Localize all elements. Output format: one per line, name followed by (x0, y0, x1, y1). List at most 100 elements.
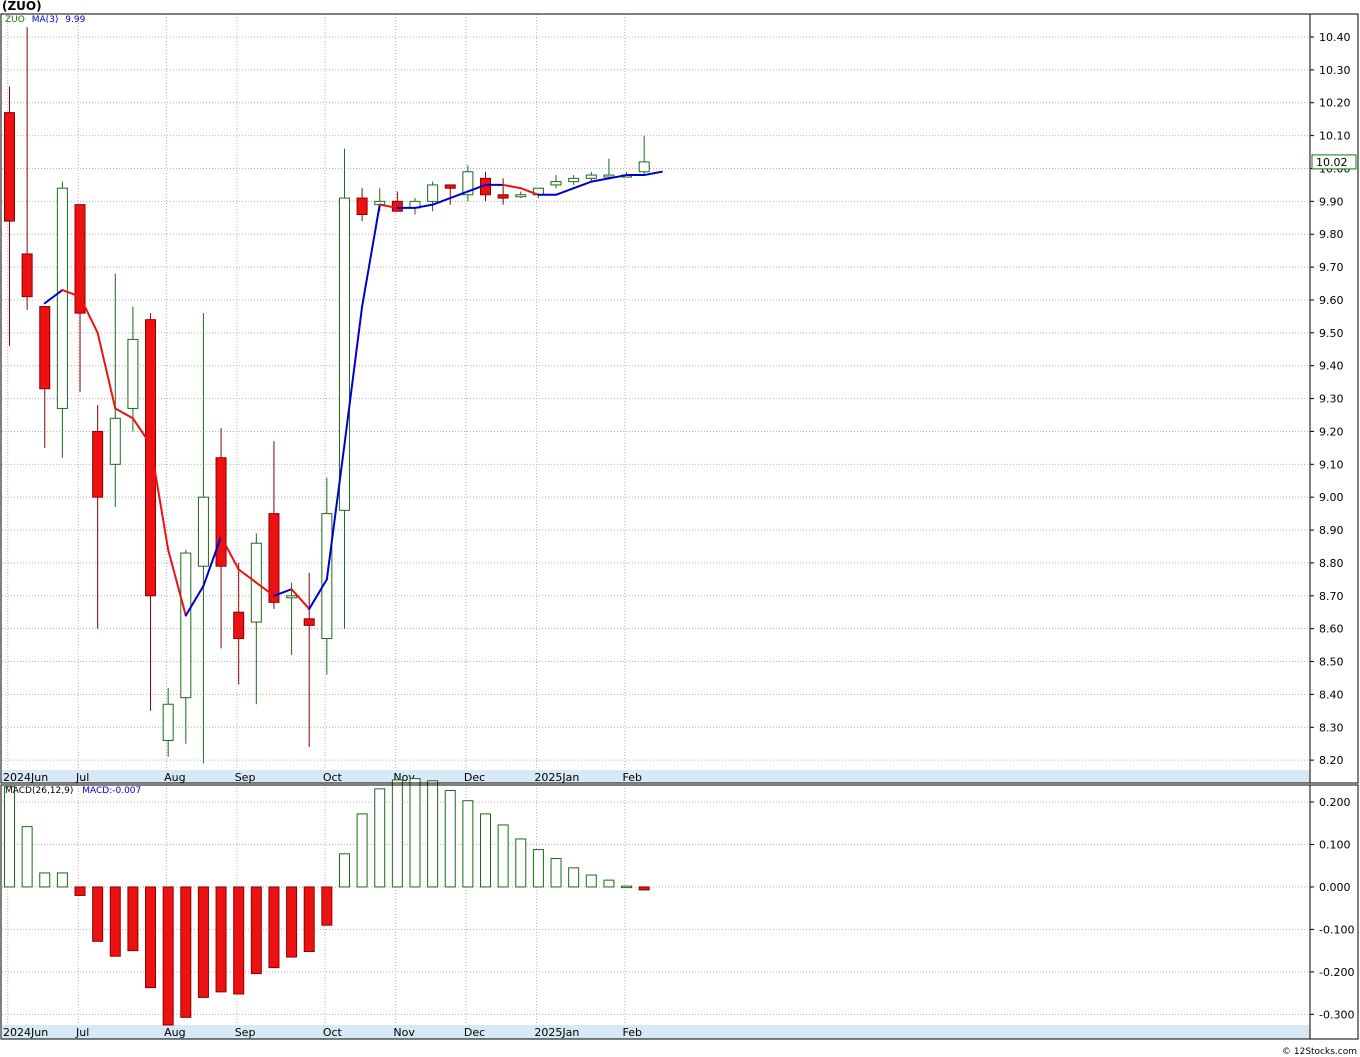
ma-segment (572, 180, 593, 190)
macd-bar-negative (303, 886, 315, 953)
candle-down (268, 441, 280, 609)
candle-up (568, 175, 580, 185)
macd-bar-negative (92, 886, 104, 942)
candle-up (162, 687, 174, 757)
macd-bar-positive (374, 788, 386, 888)
price-tick-label: 8.70 (1319, 590, 1344, 603)
ma-segment (114, 407, 134, 420)
candle-body (356, 197, 368, 216)
macd-bar-negative (74, 886, 86, 896)
macd-bar-positive (21, 826, 33, 888)
macd-tick-label: 0.100 (1319, 838, 1351, 851)
macd-bar-positive (603, 879, 615, 888)
candle-up (427, 181, 439, 212)
candle-body (127, 338, 139, 409)
macd-bar-positive (480, 813, 492, 888)
candle-down (356, 188, 368, 222)
macd-bar-negative (233, 886, 245, 995)
macd-y-axis: 0.200 0.100 0.000 -0.100 -0.200 -0.300 (1310, 796, 1354, 1021)
ma-segment (96, 331, 117, 410)
macd-axis-frame (1309, 784, 1359, 1040)
ma-segment (290, 588, 311, 610)
price-tick-label: 8.50 (1319, 656, 1344, 669)
candle-down (303, 572, 315, 747)
macd-tick-label: -0.300 (1319, 1008, 1354, 1021)
candle-body (427, 184, 439, 202)
macd-bar-negative (197, 886, 209, 998)
candle-body (56, 187, 68, 409)
macd-x-tick-label: Dec (464, 1026, 485, 1039)
macd-bar-negative (127, 886, 139, 952)
macd-panel-frame (0, 784, 1311, 1040)
price-x-tick-label: 2024Jun (3, 771, 48, 784)
candle-up (56, 181, 68, 458)
candle-body (180, 552, 192, 699)
macd-bar-negative (268, 886, 280, 969)
macd-tick-label: 0.000 (1319, 881, 1351, 894)
candle-body (4, 112, 15, 222)
price-tick-label: 8.20 (1319, 754, 1344, 767)
macd-bar-positive (391, 779, 403, 888)
macd-bar-positive (338, 853, 350, 888)
candle-down (497, 178, 509, 205)
price-x-axis: 2024Jun Jul Aug Sep Oct Nov Dec 2025Jan Feb (2, 770, 1310, 784)
price-tick-label: 9.20 (1319, 425, 1344, 438)
macd-legend: MACD(26,12,9) MACD:-0.007 (5, 786, 141, 796)
macd-x-axis-band (2, 1025, 1310, 1039)
candle-body (197, 496, 209, 567)
candle-body (515, 194, 527, 198)
macd-bar-positive (56, 872, 68, 888)
candle-body (303, 618, 315, 626)
macd-bar-negative (638, 886, 650, 891)
candle-down (92, 405, 104, 629)
price-tick-label: 10.40 (1319, 31, 1351, 44)
price-tick-label: 9.90 (1319, 195, 1344, 208)
candle-body (338, 197, 350, 511)
candle-body (444, 184, 456, 189)
last-price-marker: 10.02 (1311, 154, 1357, 170)
candle-up (638, 135, 650, 176)
price-x-tick-label: Sep (235, 771, 256, 784)
candle-down (233, 562, 245, 685)
price-tick-label: 9.60 (1319, 294, 1344, 307)
macd-bar-positive (585, 874, 597, 888)
macd-bar-negative (215, 886, 227, 993)
legend-ma-value: 9.99 (65, 15, 86, 25)
candle-body (568, 177, 580, 183)
candle-body (268, 513, 280, 603)
price-candles (4, 27, 650, 764)
price-y-axis: 8.20 8.30 8.40 8.50 8.60 8.70 8.80 8.90 9.00 9.10… (1310, 31, 1351, 767)
candle-body (585, 174, 597, 179)
ma-segment (361, 203, 381, 308)
macd-bar-negative (162, 886, 174, 1026)
macd-bars (4, 778, 650, 1026)
price-tick-label: 8.80 (1319, 557, 1344, 570)
last-price-label: 10.02 (1316, 156, 1348, 169)
macd-bar-positive (497, 824, 509, 888)
macd-x-tick-label: Aug (164, 1026, 185, 1039)
macd-x-tick-label: Feb (623, 1026, 642, 1039)
price-legend: ZUO MA(3) 9.99 (5, 15, 85, 25)
price-tick-label: 8.30 (1319, 721, 1344, 734)
candle-body (497, 194, 509, 199)
macd-x-tick-label: Nov (393, 1026, 415, 1039)
macd-bar-negative (250, 886, 262, 975)
macd-tick-label: -0.100 (1319, 923, 1354, 936)
candle-body (162, 703, 174, 741)
macd-bar-positive (409, 778, 421, 888)
candle-down (4, 86, 15, 346)
macd-tick-label: -0.200 (1319, 966, 1354, 979)
price-tick-label: 10.30 (1319, 64, 1351, 77)
macd-bar-positive (515, 838, 527, 888)
candle-up (180, 549, 192, 744)
price-x-tick-label: Feb (623, 771, 642, 784)
chart-title: (ZUO) (2, 0, 42, 13)
candle-up (127, 306, 139, 432)
candle-down (145, 313, 157, 711)
macd-bar-positive (427, 780, 439, 888)
macd-tick-label: 0.200 (1319, 796, 1351, 809)
macd-x-tick-label: Sep (235, 1026, 256, 1039)
macd-bar-negative (321, 886, 333, 926)
legend-macd-value: MACD:-0.007 (82, 786, 142, 796)
price-x-tick-label: 2025Jan (534, 771, 579, 784)
